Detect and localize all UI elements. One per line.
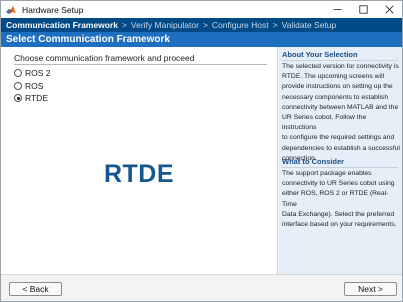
close-icon[interactable] [376, 1, 402, 18]
next-button[interactable]: Next > [344, 282, 397, 296]
breadcrumb-step-verify-manipulator: Verify Manipulator [130, 20, 199, 30]
instruction-text: Choose communication framework and proce… [14, 53, 195, 63]
footer-bar: < Back Next > [1, 274, 402, 301]
text-line: dependencies to establish a successful [282, 144, 400, 152]
text-line: provide instructions on setting up the [282, 83, 393, 91]
about-selection-text: The selected version for connectivity is… [282, 62, 400, 164]
text-line: either ROS, ROS 2 or RTDE (Real-Time [282, 190, 389, 208]
divider [14, 64, 267, 65]
breadcrumb-separator: > [121, 20, 127, 30]
breadcrumb: Communication Framework > Verify Manipul… [1, 18, 402, 32]
radio-label[interactable]: ROS [25, 81, 43, 91]
text-line: connectivity between MATLAB and the [282, 103, 399, 111]
radio-button[interactable] [14, 81, 22, 90]
text-line: interface based on your requirements. [282, 221, 397, 229]
window-controls [324, 1, 402, 18]
radio-option-ros2[interactable]: ROS 2 [14, 67, 51, 79]
back-button[interactable]: < Back [9, 282, 62, 296]
text-line: UR Series cobot. Follow the instructions [282, 114, 367, 132]
what-to-consider-heading: What to Consider [282, 157, 345, 166]
divider [282, 60, 398, 61]
framework-radio-group: ROS 2 ROS RTDE [14, 67, 51, 105]
selected-framework-display: RTDE [103, 160, 175, 188]
text-line: Data Exchange). Select the preferred [282, 210, 395, 218]
breadcrumb-separator: > [272, 20, 278, 30]
title-bar: Hardware Setup [1, 1, 402, 18]
text-line: to configure the required settings and [282, 134, 395, 142]
about-selection-heading: About Your Selection [282, 50, 358, 59]
main-panel: Choose communication framework and proce… [1, 47, 277, 274]
minimize-icon[interactable] [324, 1, 350, 18]
hardware-setup-window: Hardware Setup Communication Framework >… [0, 0, 403, 302]
text-line: The selected version for connectivity is [282, 63, 399, 70]
radio-label[interactable]: RTDE [25, 93, 48, 103]
text-line: connectivity to UR Series cobot using [282, 180, 395, 188]
breadcrumb-step-validate-setup: Validate Setup [281, 20, 337, 30]
radio-option-ros[interactable]: ROS [14, 80, 51, 92]
page-title: Select Communication Framework [6, 34, 170, 45]
text-line: RTDE. The upcoming screens will [282, 73, 385, 81]
text-line: necessary components to establish [282, 93, 389, 101]
what-to-consider-text: The support package enables connectivity… [282, 169, 400, 230]
window-title: Hardware Setup [22, 4, 84, 15]
help-panel: About Your Selection The selected versio… [277, 47, 402, 274]
radio-option-rtde[interactable]: RTDE [14, 92, 51, 104]
text-line: The support package enables [282, 170, 372, 177]
radio-label[interactable]: ROS 2 [25, 68, 51, 78]
breadcrumb-step-configure-host: Configure Host [211, 20, 269, 30]
divider [282, 167, 398, 168]
radio-button-selected[interactable] [14, 94, 22, 102]
breadcrumb-separator: > [202, 20, 208, 30]
maximize-icon[interactable] [350, 1, 376, 18]
radio-button[interactable] [14, 69, 22, 77]
page-title-bar: Select Communication Framework [1, 32, 402, 47]
breadcrumb-step-communication-framework: Communication Framework [6, 20, 118, 30]
matlab-logo-icon [5, 4, 17, 16]
